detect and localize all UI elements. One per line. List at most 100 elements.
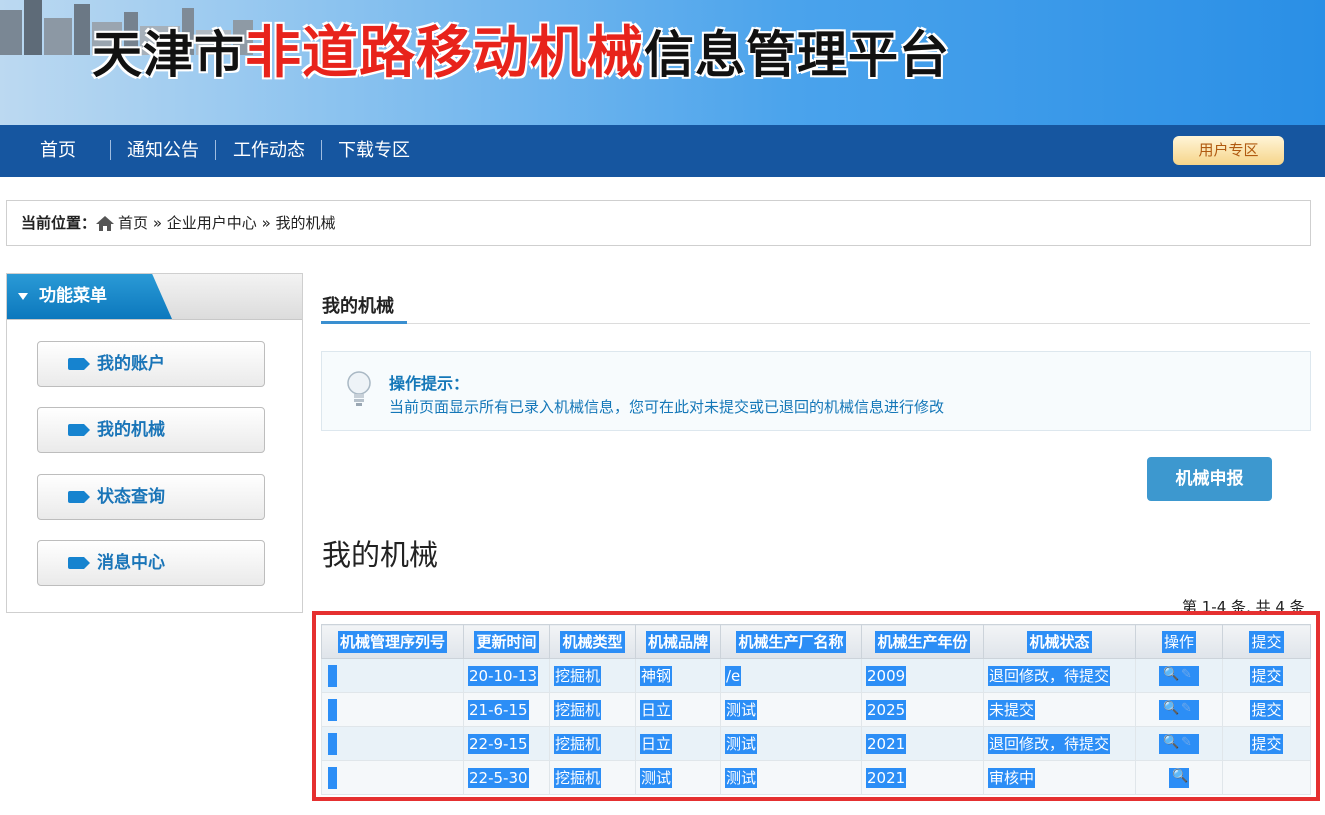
submit-cell: 提交 [1222,692,1311,727]
table-row: 22-9-15 挖掘机 日立 测试 2021 退回修改，待提交 🔍 ✎ 提交 [321,726,1311,761]
column-header-label: 操作 [1161,631,1196,653]
type-value: 挖掘机 [554,768,602,788]
updated-value: 20-10-13 [468,665,539,686]
breadcrumb-label: 当前位置： [21,214,97,232]
user-area-button[interactable]: 用户专区 [1173,136,1284,165]
status-cell: 审核中 [983,760,1136,795]
site-title: 天津市非道路移动机械信息管理平台 [92,8,950,89]
sidebar-item-my-machinery[interactable]: 我的机械 [37,407,265,453]
nav-item-home[interactable]: 首页 [40,125,76,177]
breadcrumb-current: 我的机械 [275,214,336,232]
column-header[interactable]: 机械品牌 [635,624,721,659]
view-edit-icons[interactable]: 🔍 ✎ [1159,733,1199,754]
breadcrumb-separator: » [261,214,271,232]
nav-separator [110,140,111,160]
column-header[interactable]: 更新时间 [463,624,550,659]
updated-value: 22-5-30 [468,767,529,788]
action-cell: 🔍 ✎ [1135,658,1223,693]
serial-cell [321,760,464,795]
sidebar-item-label: 状态查询 [97,487,165,507]
brand-cell: 神钢 [635,658,721,693]
type-cell: 挖掘机 [549,658,636,693]
column-header[interactable]: 机械类型 [549,624,636,659]
brand-value: 测试 [640,768,673,788]
brand-cell: 测试 [635,760,721,795]
table-header-row: 机械管理序列号 更新时间 机械类型 机械品牌 机械生产厂名称 机械生产年份 机械… [321,624,1311,659]
sidebar-item-messages[interactable]: 消息中心 [37,540,265,586]
column-header: 提交 [1222,624,1311,659]
magnifier-icon[interactable]: 🔍 [1172,769,1188,784]
table-row: 22-5-30 挖掘机 测试 测试 2021 审核中 🔍 [321,760,1311,795]
maker-cell: 测试 [720,692,862,727]
year-cell: 2021 [861,726,984,761]
brand-cell: 日立 [635,726,721,761]
updated-cell: 22-9-15 [463,726,550,761]
year-value: 2009 [866,665,907,686]
submit-cell: 提交 [1222,658,1311,693]
updated-cell: 20-10-13 [463,658,550,693]
column-header[interactable]: 机械管理序列号 [321,624,464,659]
nav-separator [215,140,216,160]
year-value: 2025 [866,699,907,720]
column-header[interactable]: 机械生产年份 [861,624,984,659]
tip-text: 当前页面显示所有已录入机械信息，您可在此对未提交或已退回的机械信息进行修改 [389,398,945,416]
site-title-suffix: 信息管理平台 [644,25,950,84]
status-value: 退回修改，待提交 [988,734,1111,754]
maker-cell: /e [720,658,862,693]
maker-cell: 测试 [720,726,862,761]
magnifier-icon[interactable]: 🔍 [1163,667,1179,682]
column-header-label: 更新时间 [474,631,539,653]
status-value: 未提交 [988,700,1036,720]
table-row: 20-10-13 挖掘机 神钢 /e 2009 退回修改，待提交 🔍 ✎ 提交 [321,658,1311,693]
section-divider [321,323,1310,324]
submit-link[interactable]: 提交 [1250,700,1283,720]
submit-link[interactable]: 提交 [1250,734,1283,754]
breadcrumb-link-enterprise[interactable]: 企业用户中心 [167,214,257,232]
maker-cell: 测试 [720,760,862,795]
action-cell: 🔍 ✎ [1135,726,1223,761]
magnifier-icon[interactable]: 🔍 [1163,701,1179,716]
status-value: 退回修改，待提交 [988,666,1111,686]
sidebar-menu: 功能菜单 我的账户 我的机械 状态查询 消息中心 [6,273,303,613]
nav-item-notices[interactable]: 通知公告 [127,125,199,177]
pencil-icon[interactable]: ✎ [1181,701,1192,716]
machinery-table: 机械管理序列号 更新时间 机械类型 机械品牌 机械生产厂名称 机械生产年份 机械… [321,624,1311,795]
updated-value: 21-6-15 [468,699,529,720]
breadcrumb-link-home[interactable]: 首页 [118,214,148,232]
nav-item-downloads[interactable]: 下载专区 [338,125,410,177]
pencil-icon[interactable]: ✎ [1181,735,1192,750]
machinery-apply-button[interactable]: 机械申报 [1147,457,1272,501]
serial-value [328,732,337,755]
view-edit-icons[interactable]: 🔍 ✎ [1159,699,1199,720]
section-title-underline [321,321,407,324]
nav-item-work-news[interactable]: 工作动态 [233,125,305,177]
sidebar-item-my-account[interactable]: 我的账户 [37,341,265,387]
view-icon-box[interactable]: 🔍 [1169,767,1189,788]
pencil-icon[interactable]: ✎ [1181,667,1192,682]
tip-title: 操作提示： [389,374,470,393]
submit-cell [1222,760,1311,795]
brand-cell: 日立 [635,692,721,727]
sidebar-item-status-query[interactable]: 状态查询 [37,474,265,520]
action-cell: 🔍 ✎ [1135,692,1223,727]
maker-value: 测试 [725,734,758,754]
column-header: 操作 [1135,624,1223,659]
column-header-label: 机械生产年份 [875,631,970,653]
submit-cell: 提交 [1222,726,1311,761]
tag-icon [68,358,90,370]
view-edit-icons[interactable]: 🔍 ✎ [1159,665,1199,686]
tag-icon [68,557,90,569]
brand-value: 日立 [640,700,673,720]
sidebar-item-label: 消息中心 [97,553,165,573]
column-header-label: 机械生产厂名称 [736,631,846,653]
column-header[interactable]: 机械状态 [983,624,1136,659]
magnifier-icon[interactable]: 🔍 [1163,735,1179,750]
year-cell: 2025 [861,692,984,727]
brand-value: 日立 [640,734,673,754]
updated-cell: 22-5-30 [463,760,550,795]
status-cell: 退回修改，待提交 [983,658,1136,693]
column-header[interactable]: 机械生产厂名称 [720,624,862,659]
submit-link[interactable]: 提交 [1250,666,1283,686]
table-row: 21-6-15 挖掘机 日立 测试 2025 未提交 🔍 ✎ 提交 [321,692,1311,727]
year-cell: 2009 [861,658,984,693]
